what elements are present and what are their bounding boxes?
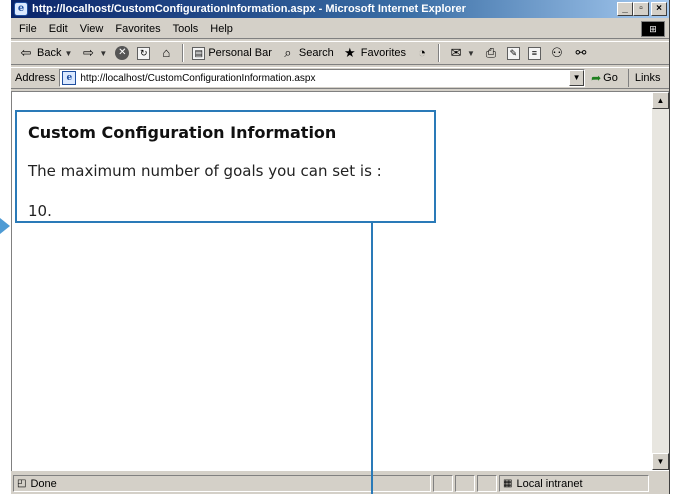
home-icon: ⌂ [162,45,171,60]
forward-arrow-icon: ⇨ [82,45,94,60]
window-controls: _ ▫ × [617,2,667,16]
forward-button[interactable]: ⇨ ▼ [77,43,110,63]
back-label: Back [37,47,62,59]
status-pane [455,475,475,492]
mail-icon: ✉ [450,45,462,60]
address-label: Address [15,72,56,84]
edit-icon: ✎ [506,46,520,60]
standard-toolbar: ⇦ Back ▼ ⇨ ▼ ✕ ↻ ⌂ ▤ Personal Bar ⌕ Sear… [11,41,669,65]
menu-favorites[interactable]: Favorites [109,23,166,35]
scroll-down-button[interactable]: ▼ [652,453,669,470]
personal-bar-label: Personal Bar [208,47,272,59]
personal-bar-button[interactable]: ▤ Personal Bar [189,43,275,63]
page-icon: e [62,71,77,85]
edit-button[interactable]: ✎ [504,43,523,63]
mail-dropdown-icon[interactable]: ▼ [467,49,475,58]
scroll-up-button[interactable]: ▲ [652,92,669,109]
page-heading: Custom Configuration Information [28,123,337,142]
personal-bar-icon: ▤ [192,46,206,60]
home-button[interactable]: ⌂ [155,43,177,63]
links-label: Links [634,72,661,84]
menu-edit[interactable]: Edit [43,23,74,35]
ie-logo-icon: e [14,2,28,16]
address-url: http://localhost/CustomConfigurationInfo… [80,72,316,84]
go-arrow-icon: ➦ [591,71,602,85]
history-icon: ◔ [418,45,426,60]
title-bar: e http://localhost/CustomConfigurationIn… [11,0,669,18]
messenger-button[interactable]: ⚇ [546,43,568,63]
related-icon: ⚯ [575,45,587,60]
maximize-button[interactable]: ▫ [633,2,649,16]
links-button[interactable]: Links » [627,69,669,102]
messenger-icon: ⚇ [551,45,563,60]
vertical-scrollbar[interactable]: ▲ ▼ [652,92,669,470]
security-zone-label: Local intranet [516,477,583,490]
refresh-button[interactable]: ↻ [134,43,153,63]
stop-icon: ✕ [115,46,130,60]
menu-help[interactable]: Help [204,23,239,35]
security-zone-pane: ▦ Local intranet [499,475,649,492]
search-label: Search [298,47,334,59]
favorites-label: Favorites [360,47,407,59]
search-button[interactable]: ⌕ Search [277,43,337,63]
search-icon: ⌕ [284,45,292,60]
related-button[interactable]: ⚯ [570,43,592,63]
go-button[interactable]: ➦ Go [591,71,618,85]
favorites-button[interactable]: ★ Favorites [339,43,409,63]
go-label: Go [603,72,618,84]
status-main-pane: ◰ Done [13,475,431,492]
menu-file[interactable]: File [13,23,43,35]
windows-logo-icon: ⊞ [641,21,665,37]
page-value: 10. [28,202,52,220]
address-dropdown-button[interactable]: ▼ [569,70,585,86]
toolbar-separator [438,44,441,62]
window-title: http://localhost/CustomConfigurationInfo… [32,3,466,15]
address-bar: Address e http://localhost/CustomConfigu… [11,67,669,102]
callout-line [371,223,373,494]
status-text: Done [30,477,57,490]
favorites-icon: ★ [343,45,356,60]
back-arrow-icon: ⇦ [20,45,32,60]
mail-button[interactable]: ✉ ▼ [445,43,478,63]
menu-bar: File Edit View Favorites Tools Help ⊞ [11,19,669,39]
menu-tools[interactable]: Tools [167,23,205,35]
intranet-icon: ▦ [503,478,513,489]
browser-window: e http://localhost/CustomConfigurationIn… [10,0,670,494]
print-button[interactable]: ⎙ [480,43,502,63]
status-pane [477,475,497,492]
status-bar: ◰ Done ▦ Local intranet [11,473,669,494]
page-text: The maximum number of goals you can set … [28,162,382,180]
address-input[interactable]: e http://localhost/CustomConfigurationIn… [59,69,586,87]
callout-arrow-icon [0,218,10,234]
close-button[interactable]: × [651,2,667,16]
refresh-icon: ↻ [137,46,151,60]
discuss-icon: ≡ [527,46,541,60]
page-done-icon: ◰ [17,478,27,489]
status-pane [433,475,453,492]
page-viewport: Custom Configuration Information The max… [11,91,669,471]
menu-view[interactable]: View [74,23,110,35]
history-button[interactable]: ◔ [411,43,433,63]
toolbar-separator [182,44,185,62]
back-button[interactable]: ⇦ Back ▼ [15,43,75,63]
back-dropdown-icon[interactable]: ▼ [64,49,72,58]
discuss-button[interactable]: ≡ [525,43,544,63]
minimize-button[interactable]: _ [617,2,633,16]
print-icon: ⎙ [485,45,497,60]
forward-dropdown-icon[interactable]: ▼ [99,49,107,58]
stop-button[interactable]: ✕ [112,43,132,63]
